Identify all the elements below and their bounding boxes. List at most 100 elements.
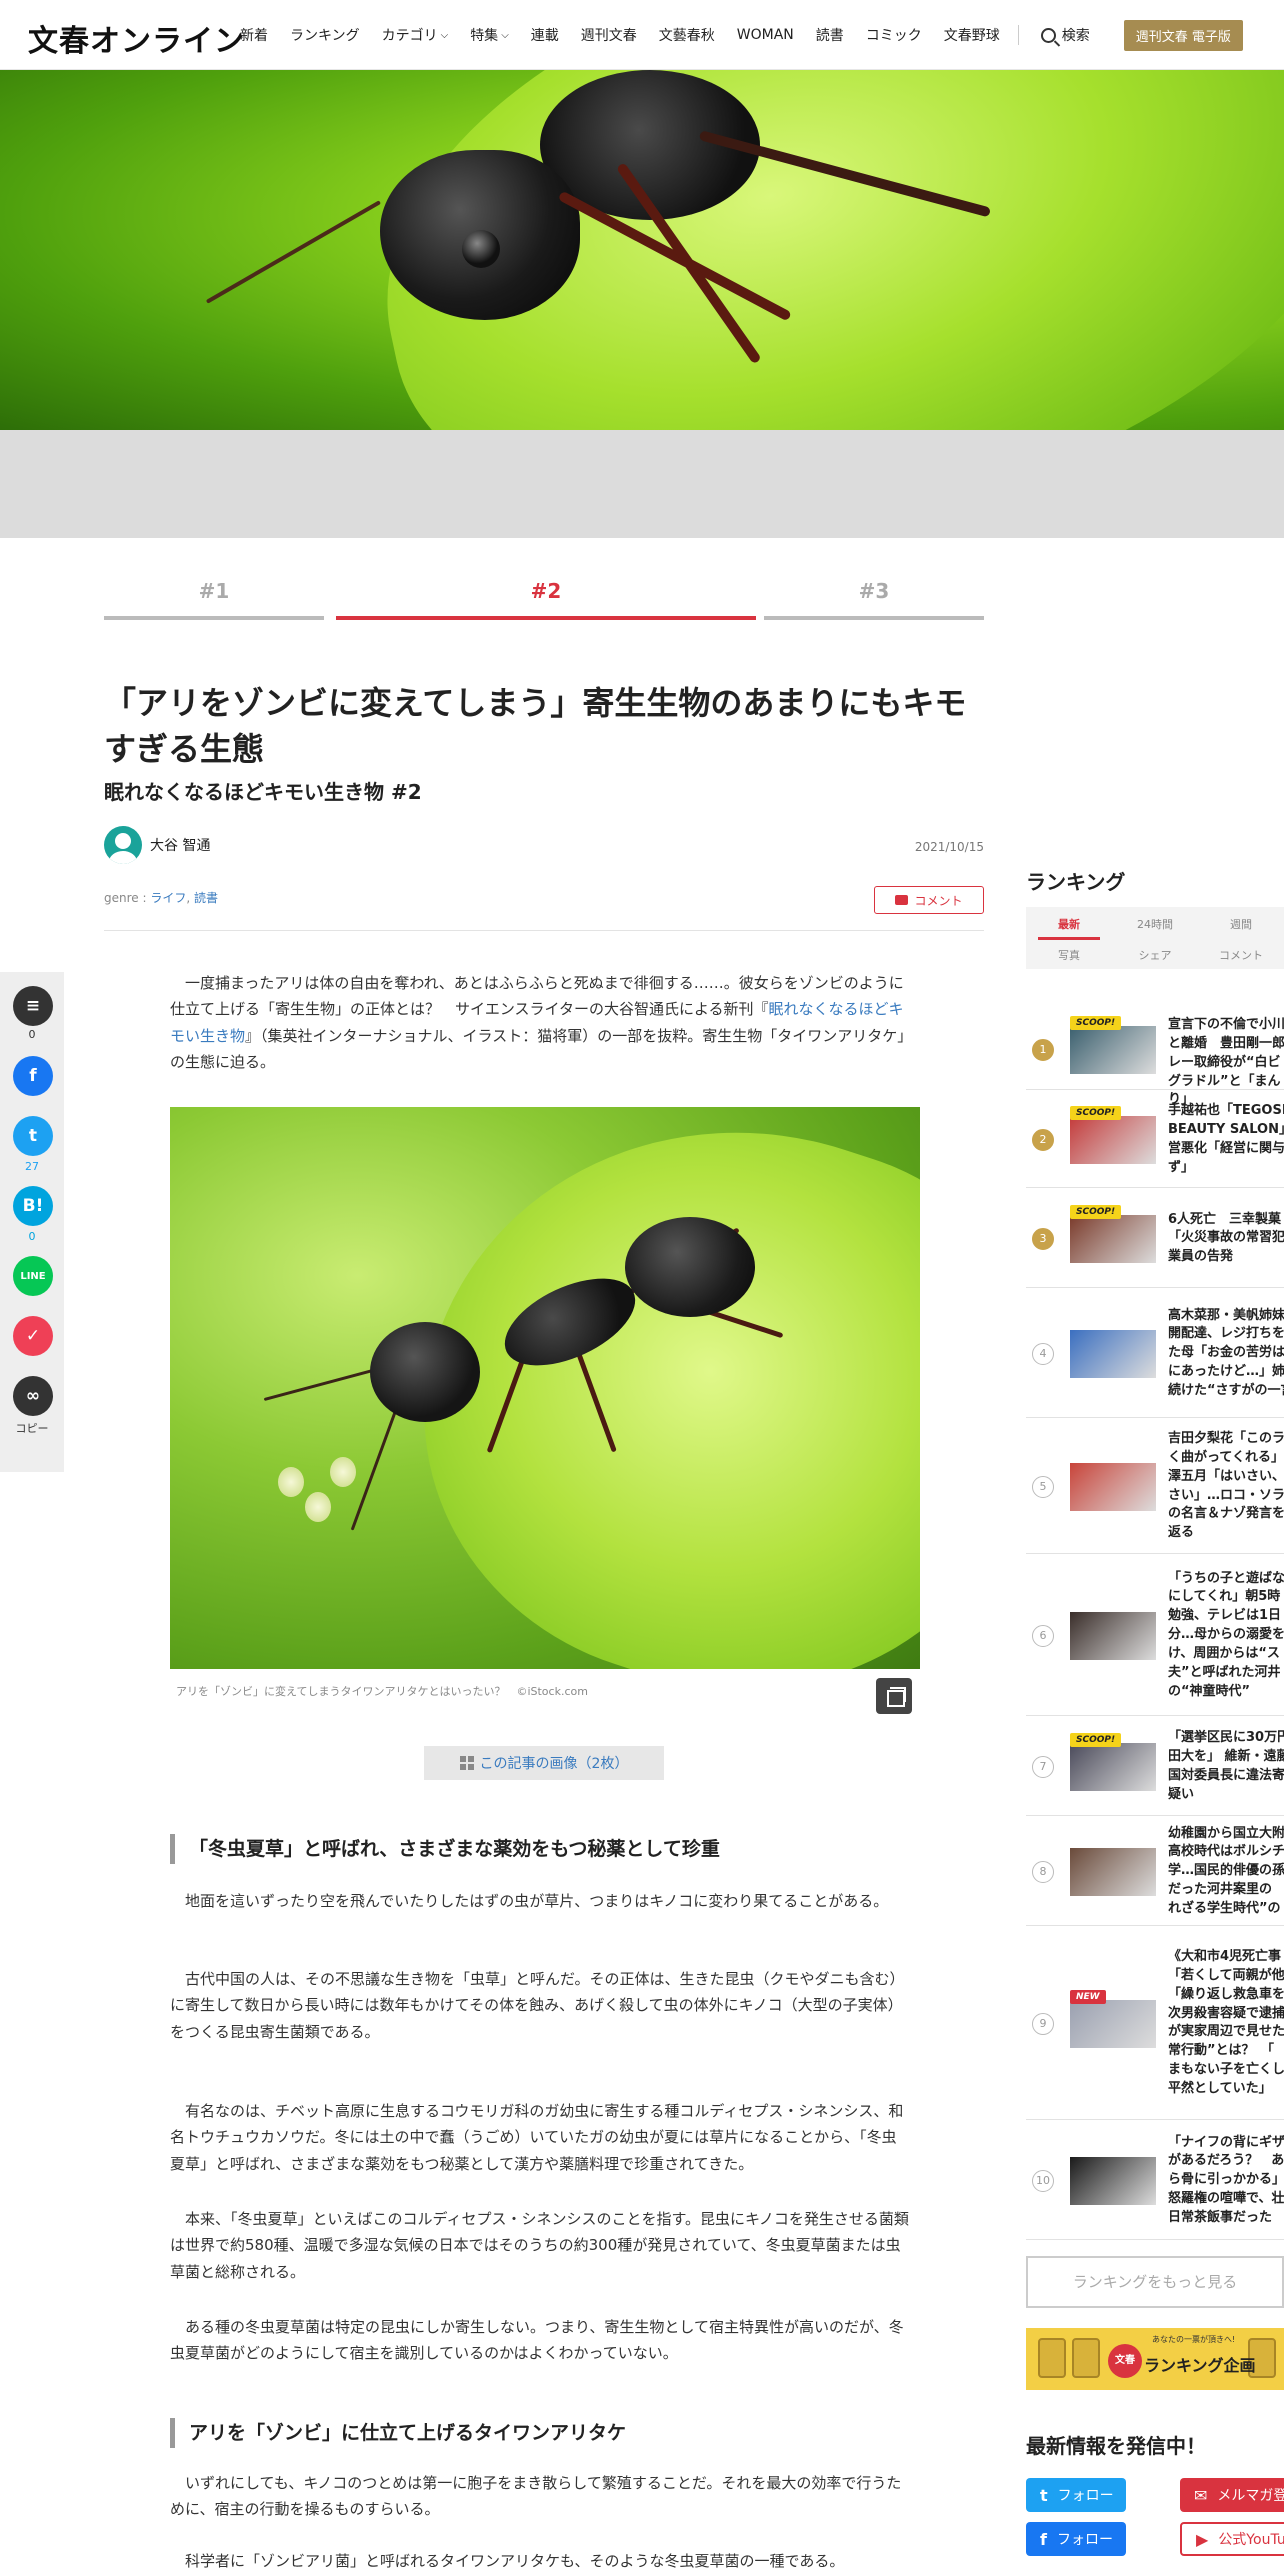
ranking-item[interactable]: 8 幼稚園から国立大附 高校時代はボルシチ 学…国民的俳優の孫 だった河井案里の … [1026, 1818, 1284, 1926]
image-caption: アリを「ゾンビ」に変えてしまうタイワンアリタケとはいったい？ ©iStock.c… [176, 1685, 588, 1698]
ranking-thumbnail [1070, 1330, 1156, 1378]
pager-tab-1[interactable]: #1 [104, 575, 324, 620]
ranking-tab-share[interactable]: シェア [1112, 947, 1198, 963]
hatena-icon[interactable]: B! [13, 1186, 53, 1226]
ranking-item[interactable]: 3 SCOOP! 6人死亡 三幸製菓 「火災事故の常習犯 業員の告発 [1026, 1190, 1284, 1288]
rank-number: 3 [1032, 1228, 1054, 1250]
nav-item-feature[interactable]: 特集 ⌵ [470, 25, 509, 45]
ranking-headline: 「選挙区民に30万円 田大を」 維新・遠藤 国対委員長に違法寄 疑い [1168, 1730, 1284, 1802]
chevron-down-icon: ⌵ [501, 29, 509, 41]
nav-label: カテゴリ [381, 28, 438, 44]
hero-ant-eye [462, 230, 500, 268]
rank-number: 1 [1032, 1039, 1054, 1061]
ranking-item[interactable]: 9 NEW 《大和市4児死亡事 「若くして両親が他 「繰り返し救急車を 次男殺害容疑… [1026, 1928, 1284, 2120]
nav-divider [1017, 25, 1019, 45]
genre-prefix: genre : [104, 891, 147, 905]
ranking-headline: 高木菜那・美帆姉妹 開配達、レジ打ちを た母「お金の苦労は にあったけど…」姉 … [1168, 1307, 1284, 1398]
image-ant-antenna [350, 1397, 402, 1531]
ebook-button[interactable]: 週刊文春 電子版 [1123, 19, 1243, 51]
nav-item-shukan-bunshun[interactable]: 週刊文春 [581, 25, 637, 45]
newsletter-button[interactable]: ✉ メルマガ登録 [1180, 2478, 1284, 2512]
ranking-tab-comment[interactable]: コメント [1198, 947, 1284, 963]
image-flower [305, 1492, 331, 1522]
ranking-tab-24h[interactable]: 24時間 [1112, 916, 1198, 932]
twitter-count: 27 [25, 1160, 39, 1173]
section-heading: 「冬虫夏草」と呼ばれ、さまざまな薬効をもつ秘薬として珍重 [170, 1834, 910, 1864]
nav-item-new[interactable]: 新着 [240, 25, 268, 45]
image-ant-gaster [625, 1217, 755, 1317]
comment-button[interactable]: コメント [874, 886, 984, 914]
ranking-item[interactable]: 6 「うちの子と遊ばな にしてくれ」朝5時 勉強、テレビは1日 分…母からの溺愛を… [1026, 1556, 1284, 1716]
comment-label: コメント [914, 893, 963, 908]
trophy-icon [1072, 2338, 1100, 2378]
site-logo[interactable]: 文春オンライン [28, 16, 245, 60]
nav-label: コミック [865, 28, 922, 44]
rank-number: 2 [1032, 1129, 1054, 1151]
ranking-item[interactable]: 2 SCOOP! 手越祐也「TEGOSI BEAUTY SALON」 営悪化「経営に… [1026, 1092, 1284, 1188]
article-image[interactable] [170, 1107, 920, 1669]
pocket-icon[interactable]: ✓ [13, 1316, 53, 1356]
genre-link-books[interactable]: 読書 [194, 891, 218, 905]
nav-item-books[interactable]: 読書 [816, 25, 844, 45]
images-label: この記事の画像（2枚） [479, 1756, 629, 1772]
image-ant-head [370, 1322, 480, 1422]
new-badge: NEW [1070, 1990, 1106, 2004]
ranking-tab-latest[interactable]: 最新 [1026, 916, 1112, 932]
youtube-button[interactable]: ▶ 公式YouTube [1180, 2522, 1284, 2556]
comment-share-icon[interactable]: ≡ [13, 986, 53, 1026]
line-icon[interactable]: LINE [13, 1256, 53, 1296]
body-paragraph: いずれにしても、キノコのつとめは第一に胞子をまき散らして繁殖することだ。それを最… [170, 2474, 902, 2519]
ranking-item[interactable]: 4 高木菜那・美帆姉妹 開配達、レジ打ちを た母「お金の苦労は にあったけど…」姉… [1026, 1290, 1284, 1418]
image-ant-antenna [263, 1367, 381, 1402]
pager-tab-3[interactable]: #3 [764, 575, 984, 620]
nav-label: 読書 [815, 28, 844, 44]
expand-image-icon[interactable] [876, 1678, 912, 1714]
youtube-icon: ▶ [1196, 2529, 1209, 2549]
ranking-tab-weekly[interactable]: 週間 [1198, 916, 1284, 932]
search-button[interactable]: 検索 [1040, 25, 1090, 45]
facebook-icon[interactable]: f [13, 1056, 53, 1096]
section-heading: アリを「ゾンビ」に仕立て上げるタイワンアリタケ [170, 2418, 910, 2448]
nav-item-bungeishunju[interactable]: 文藝春秋 [659, 25, 715, 45]
twitter-icon: t [1040, 2485, 1048, 2505]
nav-label: 新着 [240, 28, 268, 44]
follow-label: フォロー [1057, 2488, 1114, 2504]
trophy-icon [1038, 2338, 1066, 2378]
ranking-headline: 吉田夕梨花「このラ く曲がってくれる」 澤五月「はいさい、 さい」…ロコ・ソラ … [1168, 1431, 1284, 1541]
article-pager: #1 #2 #3 [104, 575, 984, 620]
pager-tab-2[interactable]: #2 [336, 575, 756, 620]
comment-icon [895, 895, 909, 905]
divider [104, 930, 984, 931]
ranking-tab-photo[interactable]: 写真 [1026, 947, 1112, 963]
nav-label: 連載 [530, 28, 559, 44]
ranking-more-button[interactable]: ランキングをもっと見る [1026, 2256, 1284, 2308]
nav-item-bunshun-baseball[interactable]: 文春野球 [944, 25, 1000, 45]
nav-item-woman[interactable]: WOMAN [737, 27, 794, 43]
image-flower [278, 1467, 304, 1497]
nav-item-ranking[interactable]: ランキング [290, 25, 360, 45]
ranking-thumbnail [1070, 1026, 1156, 1074]
link-copy-icon[interactable]: ∞ [13, 1376, 53, 1416]
author-block[interactable]: 大谷 智通 [104, 826, 210, 864]
intro-text: 』（集英社インターナショナル、イラスト：猫将軍）の一部を抜粋。寄生生物「タイワン… [170, 1026, 905, 1071]
ranking-campaign-banner[interactable]: 文春 あなたの一票が頂きへ! ランキング企画 [1026, 2328, 1284, 2390]
nav-item-comic[interactable]: コミック [866, 25, 922, 45]
ranking-item[interactable]: 10 「ナイフの背にギザ があるだろう？ あ ら骨に引っかかる」 怒羅権の喧嘩で、… [1026, 2122, 1284, 2240]
article-images-button[interactable]: この記事の画像（2枚） [424, 1746, 664, 1780]
facebook-follow-button[interactable]: f フォロー [1026, 2522, 1126, 2556]
scoop-badge: SCOOP! [1070, 1205, 1122, 1219]
body-paragraph: 科学者に「ゾンビアリ菌」と呼ばれるタイワンアリタケも、そのような冬虫夏草菌の一種… [185, 2552, 845, 2568]
nav-item-series[interactable]: 連載 [531, 25, 559, 45]
twitter-icon[interactable]: t [13, 1116, 53, 1156]
search-label: 検索 [1061, 28, 1090, 44]
ranking-item[interactable]: 1 SCOOP! 宣言下の不倫で小川 と離婚 豊田剛一郎 レー取締役が“白ビ グラド… [1026, 1010, 1284, 1107]
ranking-item[interactable]: 5 吉田夕梨花「このラ く曲がってくれる」 澤五月「はいさい、 さい」…ロコ・ソラ… [1026, 1420, 1284, 1554]
nav-item-category[interactable]: カテゴリ ⌵ [382, 25, 449, 45]
twitter-follow-button[interactable]: t フォロー [1026, 2478, 1126, 2512]
ranking-thumbnail [1070, 1116, 1156, 1164]
ranking-item[interactable]: 7 SCOOP! 「選挙区民に30万円 田大を」 維新・遠藤 国対委員長に違法寄 疑… [1026, 1718, 1284, 1816]
genre-link-life[interactable]: ライフ [150, 891, 186, 905]
scoop-badge: SCOOP! [1070, 1016, 1122, 1030]
ranking-thumbnail [1070, 1848, 1156, 1896]
image-flower [330, 1457, 356, 1487]
